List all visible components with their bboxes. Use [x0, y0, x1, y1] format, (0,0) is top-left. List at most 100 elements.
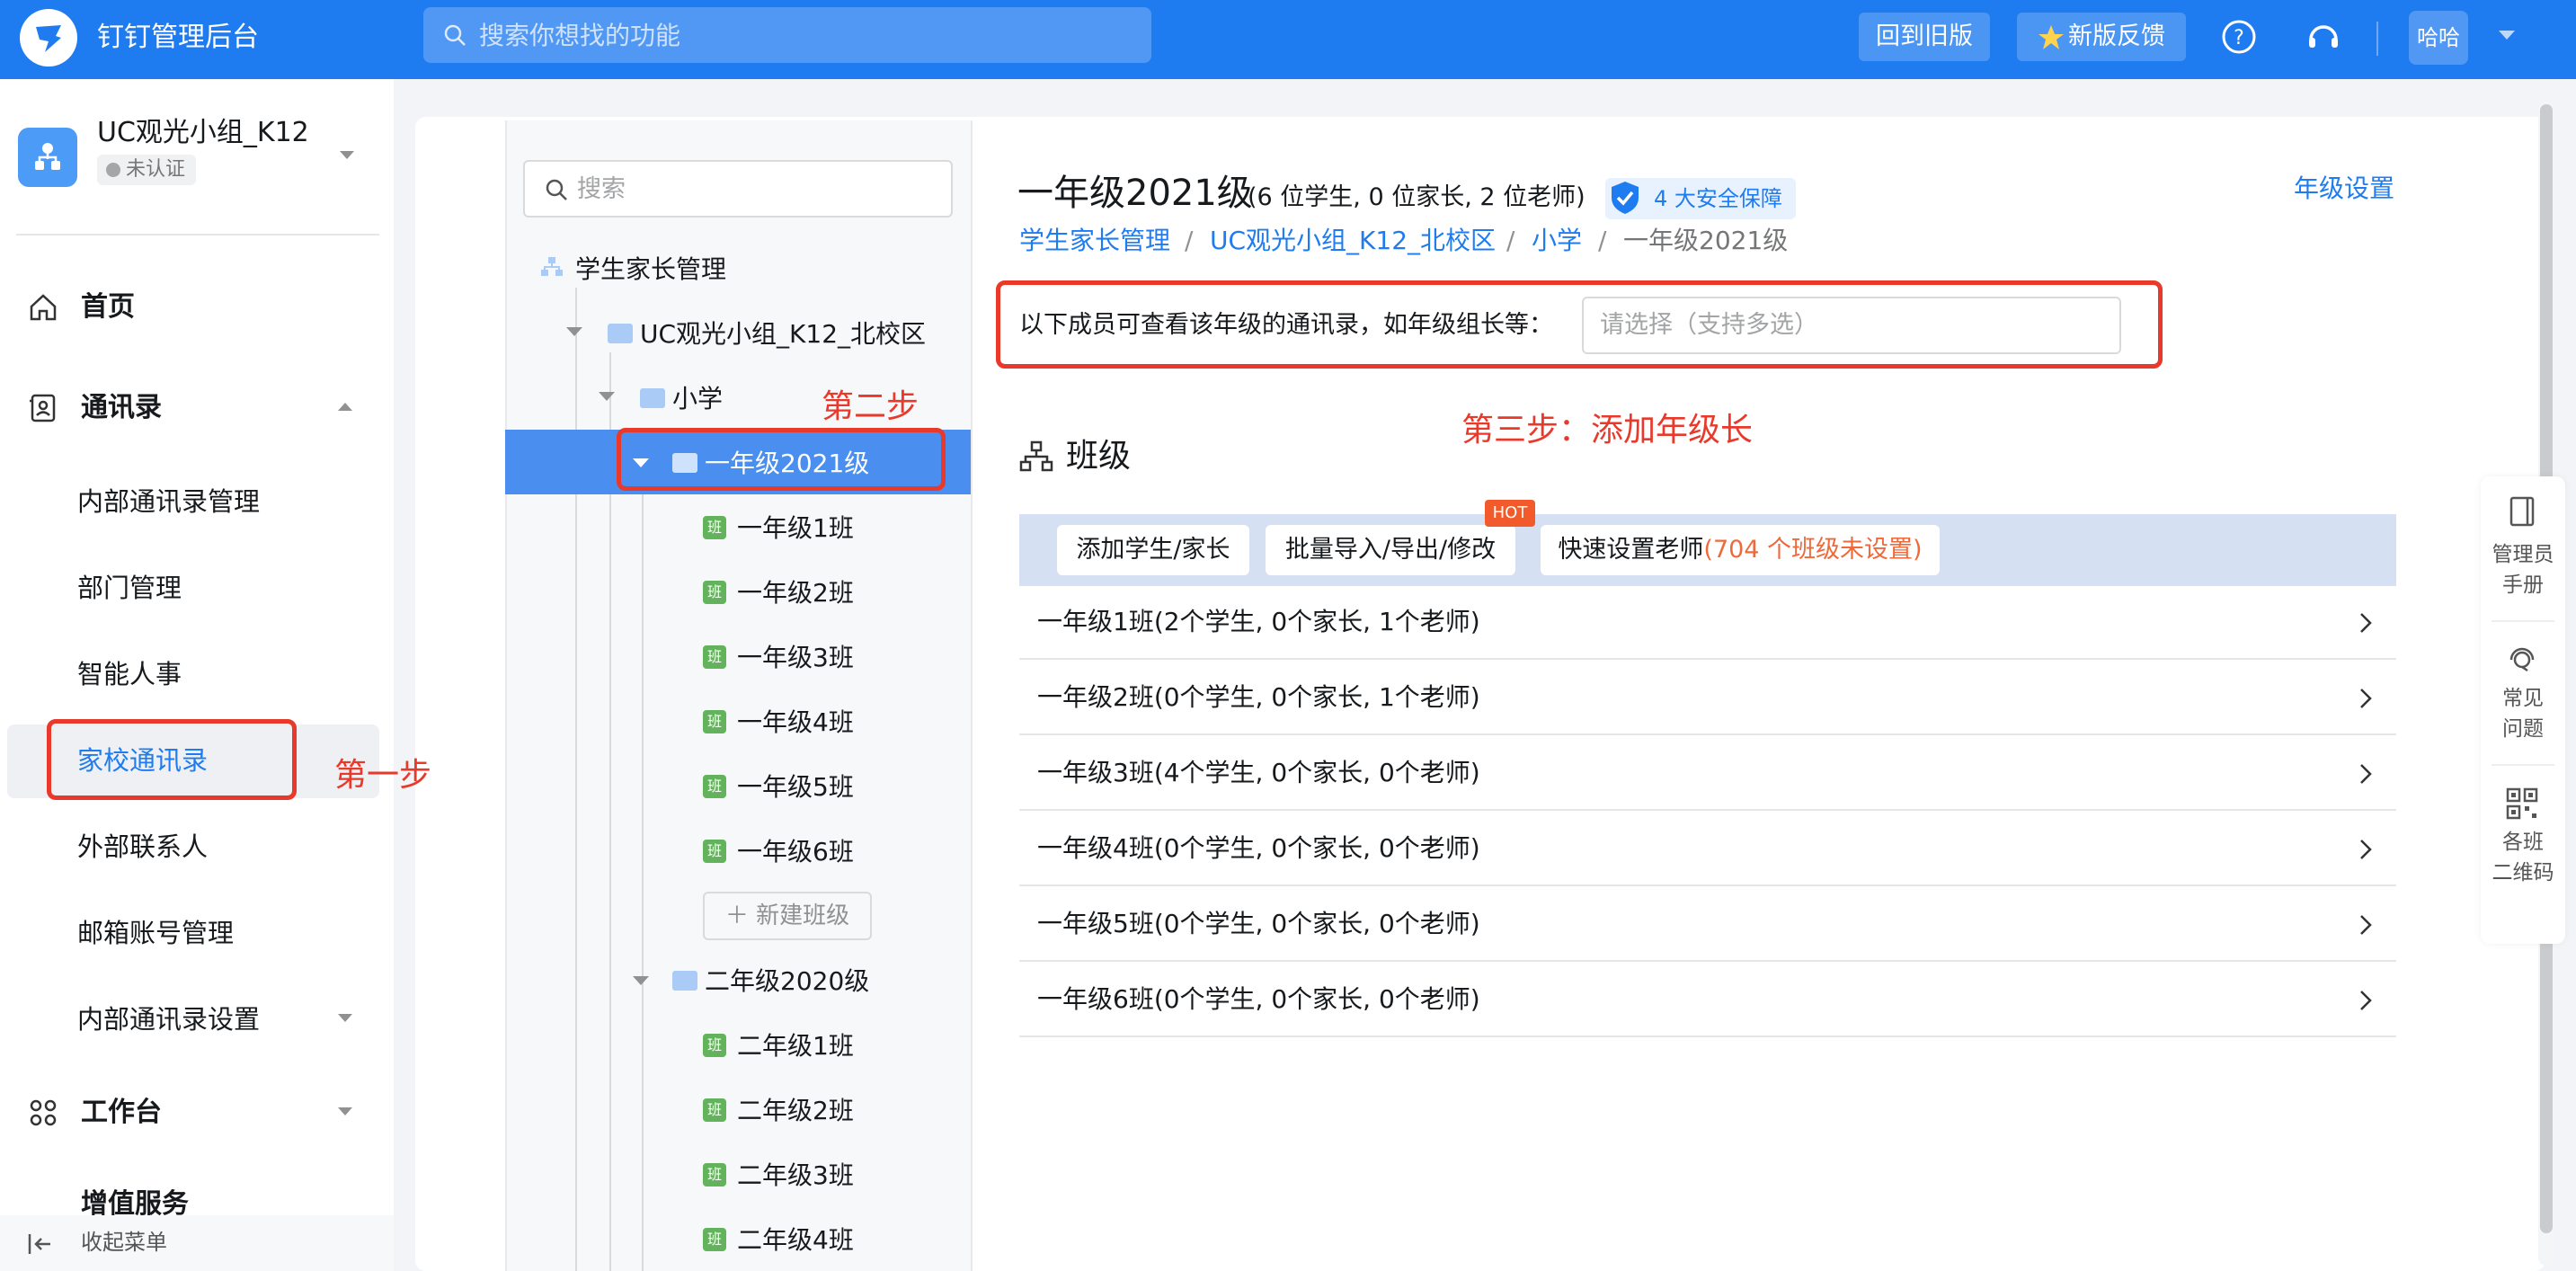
class-row[interactable]: 一年级4班(0个学生, 0个家长, 0个老师): [1019, 811, 2396, 886]
chevron-right-icon: [2360, 764, 2372, 784]
class-badge-icon: 班: [703, 581, 726, 604]
nav-internal-contacts[interactable]: 内部通讯录管理: [77, 484, 260, 520]
tree-search-input[interactable]: [577, 167, 937, 210]
campus-expand-icon[interactable]: [566, 327, 582, 336]
nav-external-contacts[interactable]: 外部联系人: [77, 829, 208, 865]
shield-check-icon: [1612, 182, 1639, 214]
contacts-settings-chevron-down-icon[interactable]: [338, 1014, 352, 1022]
tree-class[interactable]: 一年级4班: [737, 705, 854, 741]
tree-class[interactable]: 二年级1班: [737, 1028, 854, 1064]
class-qrcode-link[interactable]: 各班 二维码: [2481, 827, 2565, 888]
tree-class[interactable]: 一年级6班: [737, 834, 854, 870]
breadcrumb-separator: /: [1506, 226, 1515, 255]
level-expand-icon[interactable]: [599, 392, 615, 401]
faq-link[interactable]: 常见 问题: [2481, 683, 2565, 744]
org-name[interactable]: UC观光小组_K12: [97, 115, 309, 151]
org-cert-label: 未认证: [126, 158, 186, 181]
folder-icon: [608, 324, 633, 343]
contacts-icon: [30, 394, 56, 422]
admin-manual-link[interactable]: 管理员 手册: [2481, 539, 2565, 600]
class-row-label: 一年级6班(0个学生, 0个家长, 0个老师): [1037, 984, 1480, 1014]
user-menu-chevron-down-icon[interactable]: [2499, 31, 2515, 40]
tree-search[interactable]: [523, 160, 953, 218]
nav-workbench[interactable]: 工作台: [81, 1095, 162, 1131]
breadcrumb-separator: /: [1185, 226, 1194, 255]
step1-highlight-box: [47, 719, 297, 800]
class-row[interactable]: 一年级6班(0个学生, 0个家长, 0个老师): [1019, 962, 2396, 1037]
nav-department[interactable]: 部门管理: [77, 570, 182, 606]
class-row[interactable]: 一年级2班(0个学生, 0个家长, 1个老师): [1019, 660, 2396, 735]
chevron-right-icon: [2360, 613, 2372, 633]
feedback-label: 新版反馈: [2068, 22, 2165, 50]
float-divider: [2492, 764, 2554, 766]
grade2-expand-icon[interactable]: [633, 976, 649, 985]
global-search[interactable]: [423, 7, 1151, 63]
back-to-old-button[interactable]: 回到旧版: [1859, 13, 1990, 61]
batch-import-export-button[interactable]: 批量导入/导出/修改: [1266, 525, 1515, 575]
faq-line1: 常见: [2502, 687, 2544, 710]
tree-campus[interactable]: UC观光小组_K12_北校区: [640, 316, 926, 352]
tree-class[interactable]: 一年级5班: [737, 769, 854, 805]
breadcrumb-level[interactable]: 小学: [1532, 223, 1582, 259]
nav-smart-hr[interactable]: 智能人事: [77, 656, 182, 692]
workbench-chevron-down-icon[interactable]: [338, 1107, 352, 1115]
class-badge-icon: 班: [703, 710, 726, 733]
contacts-chevron-up-icon[interactable]: [338, 403, 352, 411]
nav-email-accounts[interactable]: 邮箱账号管理: [77, 915, 234, 951]
org-switch-chevron-down-icon[interactable]: [340, 151, 354, 159]
step1-annotation: 第一步: [334, 757, 432, 794]
tree-guide-line: [642, 494, 644, 1271]
tree-class[interactable]: 二年级2班: [737, 1093, 854, 1129]
step3-highlight-box: [996, 280, 2163, 369]
user-avatar[interactable]: 哈哈: [2409, 11, 2468, 65]
app-title: 钉钉管理后台: [97, 22, 259, 53]
breadcrumb-separator: /: [1598, 226, 1607, 255]
help-icon[interactable]: ?: [2220, 18, 2258, 56]
breadcrumb-root[interactable]: 学生家长管理: [1019, 223, 1170, 259]
step2-highlight-box: [617, 428, 946, 491]
nav-contacts[interactable]: 通讯录: [81, 390, 162, 426]
chevron-right-icon: [2360, 689, 2372, 708]
dingtalk-logo-icon[interactable]: [20, 9, 77, 67]
new-class-button[interactable]: ＋ 新建班级: [703, 892, 872, 940]
tree-class[interactable]: 一年级2班: [737, 575, 854, 611]
class-badge-icon: 班: [703, 1228, 726, 1251]
quick-set-teacher-button[interactable]: 快速设置老师(704 个班级未设置): [1541, 525, 1940, 575]
breadcrumb-campus[interactable]: UC观光小组_K12_北校区: [1210, 223, 1496, 259]
qrcode-line2: 二维码: [2492, 861, 2554, 884]
info-dot-icon: [106, 163, 120, 177]
tree-level[interactable]: 小学: [672, 381, 723, 417]
faq-headset-icon[interactable]: [2504, 640, 2540, 676]
svg-text:?: ?: [2234, 27, 2244, 49]
home-icon: [30, 294, 57, 321]
class-row[interactable]: 一年级1班(2个学生, 0个家长, 1个老师): [1019, 584, 2396, 660]
nav-contacts-settings[interactable]: 内部通讯录设置: [77, 1001, 260, 1037]
grade-settings-link[interactable]: 年级设置: [2294, 171, 2394, 207]
safety-label[interactable]: 4 大安全保障: [1654, 183, 1782, 214]
global-search-input[interactable]: [479, 13, 1126, 58]
tree-root[interactable]: 学生家长管理: [575, 252, 726, 288]
org-structure-icon: [1019, 440, 1053, 472]
org-icon: [18, 128, 77, 187]
topbar-divider: [2376, 22, 2378, 56]
star-icon: [2039, 25, 2064, 49]
class-badge-icon: 班: [703, 516, 726, 539]
nav-home[interactable]: 首页: [81, 289, 135, 325]
tree-class[interactable]: 二年级3班: [737, 1158, 854, 1194]
tree-class[interactable]: 二年级4班: [737, 1222, 854, 1258]
nav-divider: [16, 234, 379, 236]
tree-grade2[interactable]: 二年级2020级: [705, 964, 869, 1000]
collapse-bar: [0, 1215, 394, 1271]
add-student-parent-button[interactable]: 添加学生/家长: [1057, 525, 1249, 575]
customer-service-icon[interactable]: [2305, 18, 2342, 56]
faq-line2: 问题: [2502, 717, 2544, 741]
grade-title: 一年级2021级: [1017, 173, 1253, 214]
qrcode-icon[interactable]: [2504, 786, 2540, 822]
collapse-menu-icon[interactable]: [27, 1231, 54, 1257]
tree-class[interactable]: 一年级3班: [737, 640, 854, 676]
manual-book-icon[interactable]: [2504, 494, 2540, 530]
class-row[interactable]: 一年级5班(0个学生, 0个家长, 0个老师): [1019, 886, 2396, 962]
class-row[interactable]: 一年级3班(4个学生, 0个家长, 0个老师): [1019, 735, 2396, 811]
collapse-menu-label[interactable]: 收起菜单: [81, 1226, 167, 1258]
tree-class[interactable]: 一年级1班: [737, 511, 854, 547]
